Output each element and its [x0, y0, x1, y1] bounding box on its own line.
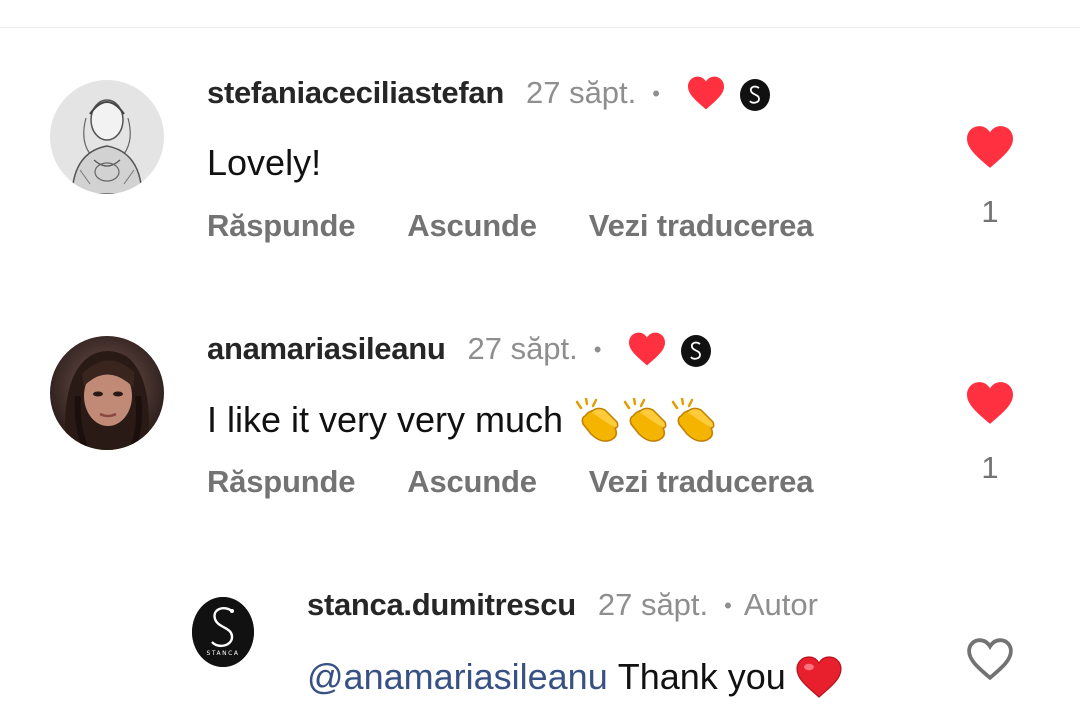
red-heart-emoji-icon: [796, 656, 842, 698]
stanca-logo-avatar-icon: STANCA: [192, 597, 254, 667]
like-heart-filled-icon[interactable]: [964, 124, 1016, 170]
comment-text: @anamariasileanu Thank you: [307, 655, 844, 699]
translate-button[interactable]: Vezi traducerea: [589, 208, 814, 244]
comment-meta: anamariasileanu 27 săpt. •: [207, 329, 712, 369]
author-liked-heart-icon: [687, 76, 724, 110]
photo-portrait-avatar-icon: [50, 336, 164, 450]
translate-button[interactable]: Vezi traducerea: [589, 464, 814, 500]
avatar[interactable]: [50, 336, 164, 450]
like-column: 1: [960, 124, 1020, 230]
reply-button[interactable]: Răspunde: [207, 464, 355, 500]
username[interactable]: stefaniaceciliastefan: [207, 75, 504, 111]
comment-meta: stefaniaceciliastefan 27 săpt. •: [207, 73, 770, 113]
hide-button[interactable]: Ascunde: [407, 208, 537, 244]
separator-dot: •: [652, 81, 660, 106]
like-heart-outline-icon[interactable]: [964, 636, 1016, 682]
top-divider: [0, 27, 1080, 28]
comment-body: Thank you: [617, 656, 786, 697]
hide-button[interactable]: Ascunde: [407, 464, 537, 500]
sketch-portrait-avatar-icon: [50, 80, 164, 194]
username[interactable]: anamariasileanu: [207, 331, 446, 367]
comment-actions: Răspunde Ascunde Vezi traducerea: [207, 464, 865, 500]
comment-body: I like it very very much: [207, 399, 564, 440]
comment-time: 27 săpt.: [467, 331, 578, 366]
username[interactable]: stanca.dumitrescu: [307, 587, 576, 623]
clapping-hands-icon: [671, 398, 715, 442]
stanca-logo-icon: [690, 341, 702, 360]
comment-text: Lovely!: [207, 142, 321, 184]
like-column: 1: [960, 380, 1020, 486]
comment-meta: stanca.dumitrescu 27 săpt. • Autor: [307, 585, 818, 625]
avatar[interactable]: STANCA: [192, 597, 254, 667]
comment-body: Lovely!: [207, 142, 322, 183]
mention-link[interactable]: @anamariasileanu: [307, 656, 608, 698]
clapping-hands-icon: [575, 398, 619, 442]
comment-time: 27 săpt.: [525, 75, 637, 110]
stanca-logo-icon: [749, 85, 760, 104]
author-mini-avatar: [681, 335, 712, 367]
comment-time: 27 săpt.: [597, 587, 709, 622]
comment-actions: Răspunde Ascunde Vezi traducerea: [207, 208, 865, 244]
logo-text: STANCA: [207, 650, 240, 657]
reply-button[interactable]: Răspunde: [207, 208, 355, 244]
author-liked-heart-icon: [629, 332, 666, 366]
separator-dot: •: [724, 593, 732, 618]
avatar[interactable]: [50, 80, 164, 194]
like-count[interactable]: 1: [960, 194, 1020, 230]
comment-text: I like it very very much: [207, 398, 717, 442]
like-heart-filled-icon[interactable]: [964, 380, 1016, 426]
author-label: Autor: [743, 587, 818, 622]
author-mini-avatar: [739, 79, 770, 111]
separator-dot: •: [593, 337, 602, 362]
like-count[interactable]: 1: [960, 450, 1020, 486]
like-column: [960, 636, 1020, 682]
clapping-hands-icon: [623, 398, 667, 442]
